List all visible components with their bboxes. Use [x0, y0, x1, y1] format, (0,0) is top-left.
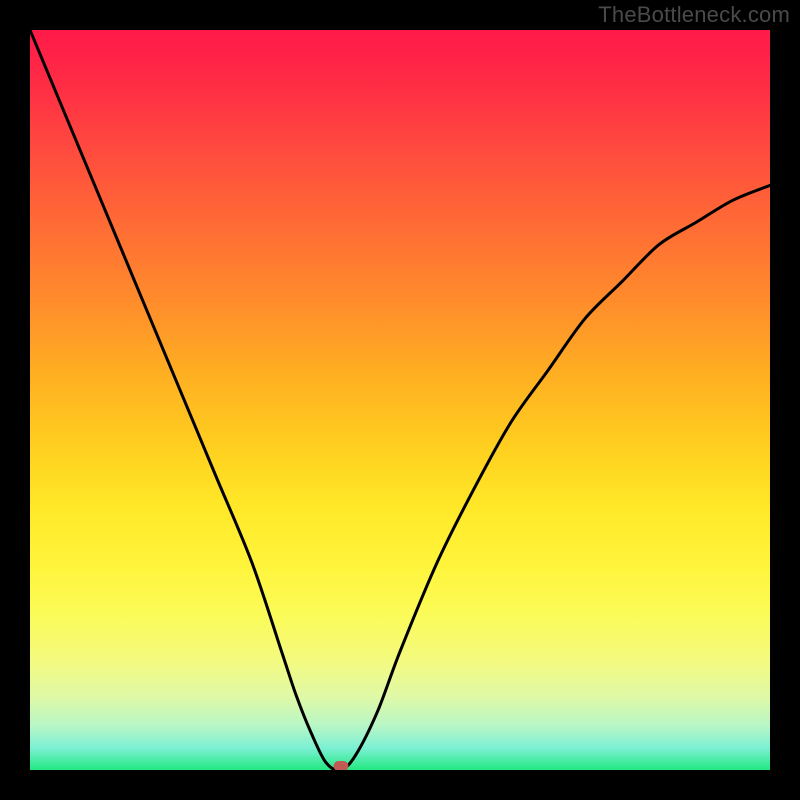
watermark-text: TheBottleneck.com	[598, 2, 790, 28]
chart-curve	[30, 30, 770, 770]
chart-plot-area	[30, 30, 770, 770]
chart-minimum-marker	[333, 761, 348, 770]
